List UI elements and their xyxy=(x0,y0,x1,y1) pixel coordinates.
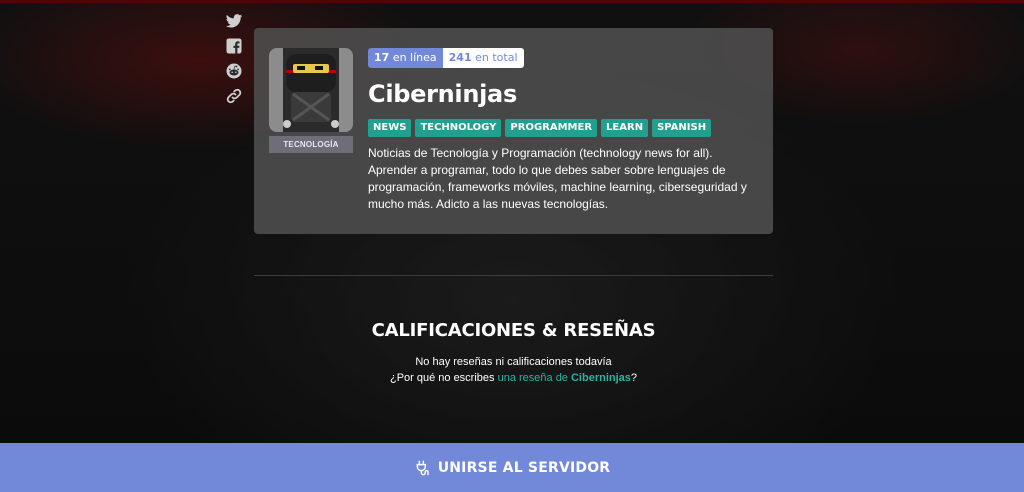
reddit-icon[interactable] xyxy=(225,62,243,80)
section-divider xyxy=(254,275,773,276)
plug-icon xyxy=(416,460,429,475)
server-avatar xyxy=(269,48,353,132)
total-count-label: en total xyxy=(475,51,518,64)
tag-list: NEWS TECHNOLOGY PROGRAMMER LEARN SPANISH xyxy=(368,119,763,137)
member-counts: 17 en línea 241 en total xyxy=(368,48,524,68)
tag-learn[interactable]: LEARN xyxy=(601,119,649,137)
social-share-bar xyxy=(224,12,244,105)
total-count: 241 en total xyxy=(442,48,524,68)
facebook-icon[interactable] xyxy=(225,37,243,55)
reviews-prompt: ¿Por qué no escribes una reseña de Ciber… xyxy=(254,372,773,384)
server-card: TECNOLOGÍA 17 en línea 241 en total Cibe… xyxy=(254,28,773,234)
reviews-heading: CALIFICACIONES & RESEÑAS xyxy=(371,320,656,341)
write-review-link-text: una reseña de xyxy=(497,372,571,384)
online-count-label: en línea xyxy=(392,51,437,64)
category-badge[interactable]: TECNOLOGÍA xyxy=(269,136,353,153)
join-server-label: UNIRSE AL SERVIDOR xyxy=(437,459,611,476)
reviews-prompt-suffix: ? xyxy=(630,372,638,384)
server-avatar-block: TECNOLOGÍA xyxy=(269,48,353,153)
write-review-link[interactable]: una reseña de Ciberninjas xyxy=(498,372,631,384)
join-server-button[interactable]: UNIRSE AL SERVIDOR xyxy=(0,443,1024,492)
tag-technology[interactable]: TECHNOLOGY xyxy=(415,119,502,137)
online-count: 17 en línea xyxy=(368,48,443,68)
reviews-empty-text: No hay reseñas ni calificaciones todavía xyxy=(415,356,612,368)
write-review-link-name: Ciberninjas xyxy=(570,372,631,384)
link-icon[interactable] xyxy=(225,87,243,105)
tag-news[interactable]: NEWS xyxy=(368,119,412,137)
online-count-value: 17 xyxy=(374,51,390,64)
server-title: Ciberninjas xyxy=(368,80,517,108)
server-info: 17 en línea 241 en total Ciberninjas NEW… xyxy=(368,48,763,213)
server-description: Noticias de Tecnología y Programación (t… xyxy=(368,146,747,211)
total-count-value: 241 xyxy=(448,51,472,64)
twitter-icon[interactable] xyxy=(225,12,243,30)
tag-programmer[interactable]: PROGRAMMER xyxy=(505,119,598,137)
reviews-section: CALIFICACIONES & RESEÑAS No hay reseñas … xyxy=(254,320,773,384)
tag-spanish[interactable]: SPANISH xyxy=(652,119,712,137)
reviews-prompt-prefix: ¿Por qué no escribes xyxy=(389,372,498,384)
